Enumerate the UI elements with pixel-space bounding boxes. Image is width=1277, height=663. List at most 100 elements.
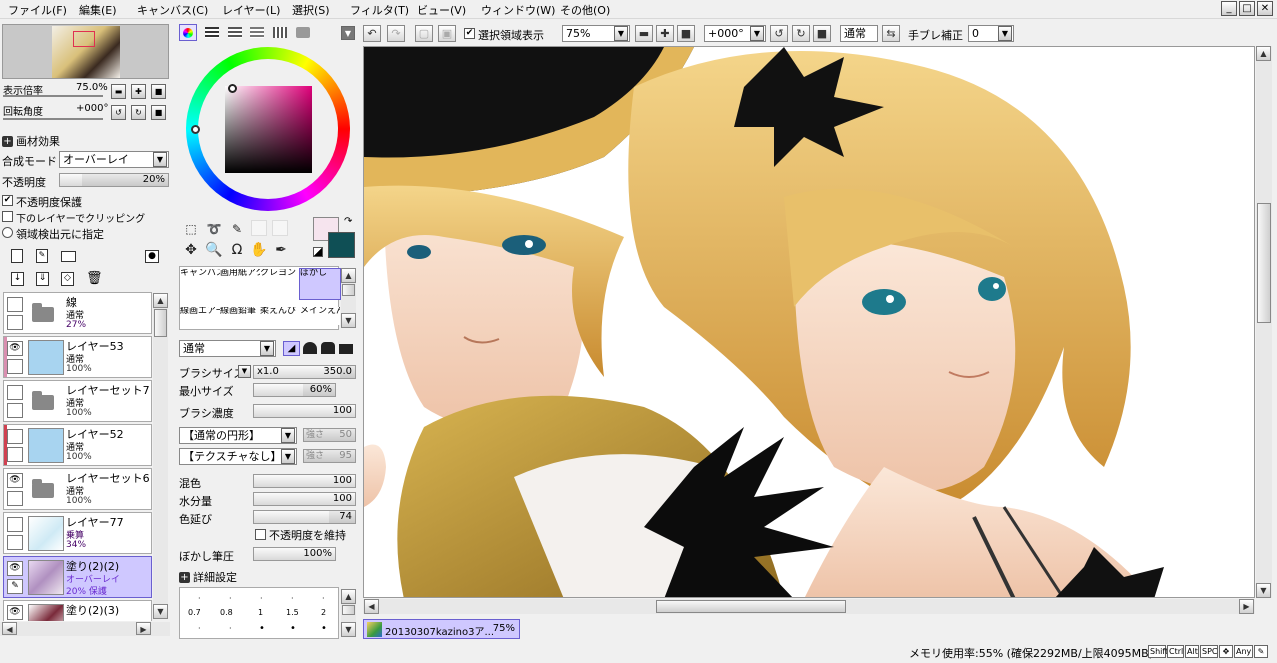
size-palette-scrollbar[interactable]: ▲ ▼	[341, 589, 356, 637]
swap-colors-icon[interactable]: ↷	[344, 216, 352, 227]
brush-crayon[interactable]: クレヨン	[260, 269, 300, 287]
size-dot[interactable]: •	[321, 623, 327, 634]
brush-mode-select[interactable]: 通常 ▼	[179, 340, 276, 357]
menu-canvas[interactable]: キャンバス(C)	[137, 2, 208, 18]
layer-list-hscrollbar[interactable]: ◀ ▶	[0, 622, 170, 636]
brush-line-pencil[interactable]: 線画鉛筆	[220, 307, 260, 325]
new-layer-icon[interactable]	[11, 249, 23, 263]
navigator-preview[interactable]	[2, 24, 169, 79]
zoom-select[interactable]: 75% ▼	[562, 25, 630, 42]
shape-strength-slider[interactable]: 強さ 50	[303, 428, 356, 442]
menu-filter[interactable]: フィルタ(T)	[350, 2, 409, 18]
menu-view[interactable]: ビュー(V)	[417, 2, 466, 18]
visibility-toggle[interactable]: 👁	[7, 473, 23, 488]
menu-layer[interactable]: レイヤー(L)	[222, 2, 280, 18]
brush-paper-acrylic[interactable]: 画用紙アクリル	[220, 269, 260, 287]
rgb-slider-tab[interactable]	[205, 27, 219, 38]
scroll-up-button[interactable]: ▲	[1256, 46, 1271, 61]
swatches-tab[interactable]	[273, 27, 287, 38]
brush-blur[interactable]: ぼかし	[299, 268, 341, 300]
lock-toggle[interactable]: ✎	[7, 579, 23, 594]
zoom-out-button[interactable]: ▬	[635, 25, 653, 42]
scroll-thumb[interactable]	[342, 284, 355, 296]
move-icon[interactable]: ✥	[181, 240, 201, 260]
lock-toggle[interactable]	[7, 315, 23, 330]
nav-rotate-reset-button[interactable]: ■	[151, 105, 166, 120]
color-stretch-slider[interactable]: 74	[253, 510, 356, 524]
size-dot[interactable]: ·	[229, 624, 232, 633]
details-section[interactable]: + 詳細設定	[179, 569, 237, 585]
scroll-down-button[interactable]: ▼	[153, 604, 168, 619]
lock-toggle[interactable]	[7, 535, 23, 550]
hand-icon[interactable]: ✋	[249, 240, 269, 260]
brush-edge-soft-icon[interactable]	[303, 342, 317, 354]
scroll-up-button[interactable]: ▲	[341, 268, 356, 283]
layer-item[interactable]: レイヤー77 乗算 34%	[3, 512, 152, 554]
nav-rotation-slider[interactable]	[3, 118, 103, 120]
visibility-toggle[interactable]: 👁	[7, 561, 23, 576]
document-tab[interactable]: 20130307kazino3ア... 75%	[363, 619, 520, 639]
size-dot[interactable]: ·	[291, 594, 294, 603]
transfer-down-icon[interactable]: ↓	[11, 272, 24, 286]
lasso-icon[interactable]: ➰	[204, 219, 224, 239]
main-color-swatch[interactable]	[328, 232, 355, 258]
brush-line-airbrush[interactable]: 線画エアー	[180, 307, 220, 325]
size-dot[interactable]: ·	[198, 624, 201, 633]
canvas-vscrollbar[interactable]: ▲ ▼	[1256, 46, 1272, 598]
rotate-reset-button[interactable]: ■	[813, 25, 831, 42]
size-dot[interactable]: •	[290, 623, 296, 634]
redo-button[interactable]: ↷	[387, 25, 405, 42]
zoom-icon[interactable]: 🔍	[204, 240, 224, 260]
visibility-toggle[interactable]	[7, 429, 23, 444]
saturation-value-square[interactable]	[225, 84, 312, 173]
flip-horizontal-button[interactable]: ⇆	[882, 25, 900, 42]
menu-edit[interactable]: 編集(E)	[79, 2, 117, 18]
color-wheel-tab[interactable]	[179, 24, 197, 41]
texture-strength-slider[interactable]: 強さ 95	[303, 449, 356, 463]
layer-item-selected[interactable]: 👁 ✎ 塗り(2)(2) オーバーレイ 20% 保護	[3, 556, 152, 598]
hue-marker[interactable]	[191, 125, 200, 134]
brush-edge-medium-icon[interactable]	[321, 342, 335, 354]
eyedropper-icon[interactable]: ✒	[271, 240, 291, 260]
close-button[interactable]: ✕	[1257, 1, 1273, 16]
lock-toggle[interactable]	[7, 447, 23, 462]
undo-button[interactable]: ↶	[363, 25, 381, 42]
size-dot[interactable]: ·	[322, 594, 325, 603]
rotation-select[interactable]: +000° ▼	[704, 25, 766, 42]
scroll-down-button[interactable]: ▼	[341, 313, 356, 328]
visibility-toggle[interactable]	[7, 517, 23, 532]
show-selection-checkbox[interactable]: ✔	[464, 28, 475, 39]
menu-select[interactable]: 選択(S)	[292, 2, 330, 18]
new-folder-icon[interactable]	[61, 251, 76, 262]
menu-other[interactable]: その他(O)	[560, 2, 610, 18]
scroll-left-button[interactable]: ◀	[2, 622, 17, 635]
scroll-up-button[interactable]: ▲	[153, 293, 168, 308]
visibility-toggle[interactable]	[7, 385, 23, 400]
view-mode-button[interactable]: 通常	[840, 25, 878, 42]
brush-size-slider[interactable]: x1.0 350.0	[253, 365, 356, 379]
nav-zoom-slider[interactable]	[3, 95, 103, 97]
min-size-slider[interactable]: 60%	[253, 383, 336, 397]
canvas[interactable]	[363, 46, 1255, 598]
layer-item[interactable]: 線 通常 27%	[3, 292, 152, 334]
lock-toggle[interactable]	[7, 403, 23, 418]
scroll-right-button[interactable]: ▶	[1239, 599, 1254, 614]
nav-zoom-out-button[interactable]: ▬	[111, 84, 126, 99]
brush-density-slider[interactable]: 100	[253, 404, 356, 418]
scroll-thumb[interactable]	[154, 309, 167, 337]
brush-main-pencil[interactable]: メインえんぴ	[300, 307, 340, 325]
menu-file[interactable]: ファイル(F)	[8, 2, 67, 18]
nav-zoom-reset-button[interactable]: ■	[151, 84, 166, 99]
lock-toggle[interactable]	[7, 491, 23, 506]
brush-edge-flat-icon[interactable]	[339, 344, 353, 354]
brush-soft-pencil[interactable]: 柔えんぴ	[260, 307, 300, 325]
trash-icon[interactable]: 🗑	[86, 272, 103, 286]
sv-marker[interactable]	[228, 84, 237, 93]
brush-texture-select[interactable]: 【テクスチャなし】 ▼	[179, 448, 297, 465]
scroll-down-button[interactable]: ▼	[341, 622, 356, 637]
scroll-thumb[interactable]	[656, 600, 846, 613]
scratchpad-tab[interactable]	[296, 27, 310, 38]
scroll-left-button[interactable]: ◀	[364, 599, 379, 614]
layer-item[interactable]: 👁 塗り(2)(3)	[3, 600, 152, 621]
visibility-toggle[interactable]: 👁	[7, 341, 23, 356]
